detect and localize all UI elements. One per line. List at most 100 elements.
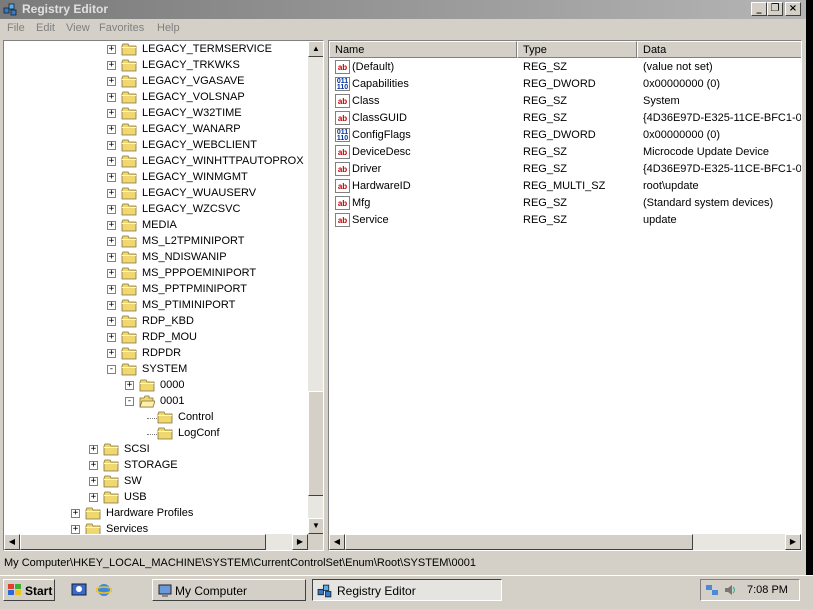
close-button[interactable]: × <box>785 2 801 16</box>
scroll-left-arrow-icon[interactable]: ◀ <box>329 534 345 550</box>
value-row[interactable]: ab ClassGUID REG_SZ {4D36E97D-E325-11CE-BFC… <box>329 110 801 127</box>
internet-explorer-icon[interactable] <box>96 582 112 598</box>
expand-icon[interactable]: + <box>107 237 116 246</box>
expand-icon[interactable]: + <box>107 125 116 134</box>
expand-icon[interactable]: + <box>107 333 116 342</box>
tree-horizontal-scrollbar[interactable]: ◀ ▶ <box>4 534 308 550</box>
tree-item[interactable]: + RDP_KBD <box>4 314 308 330</box>
value-row[interactable]: 011 110 ConfigFlags REG_DWORD 0x00000000 (0… <box>329 127 801 144</box>
expand-icon[interactable]: + <box>107 189 116 198</box>
tree-item[interactable]: + STORAGE <box>4 458 308 474</box>
tree-item[interactable]: + LEGACY_WUAUSERV <box>4 186 308 202</box>
menu-file[interactable]: File <box>7 22 25 34</box>
expand-icon[interactable]: + <box>107 221 116 230</box>
tree-item[interactable]: + LEGACY_WINHTTPAUTOPROX <box>4 154 308 170</box>
expand-icon[interactable]: + <box>89 445 98 454</box>
expand-icon[interactable]: + <box>107 77 116 86</box>
expand-icon[interactable]: + <box>107 269 116 278</box>
tree-item[interactable]: + LEGACY_VGASAVE <box>4 74 308 90</box>
tree-scroll-thumb[interactable] <box>308 391 323 496</box>
tree-item[interactable]: + MS_PTIMINIPORT <box>4 298 308 314</box>
expand-icon[interactable]: + <box>71 509 80 518</box>
tree-hscroll-thumb[interactable] <box>20 534 266 550</box>
title-bar[interactable]: Registry Editor _ ❐ × <box>0 0 806 19</box>
network-icon[interactable] <box>705 583 719 597</box>
tree-item[interactable]: + SCSI <box>4 442 308 458</box>
tree-item[interactable]: + MEDIA <box>4 218 308 234</box>
tree-item[interactable]: + MS_PPTPMINIPORT <box>4 282 308 298</box>
tree-item[interactable]: + LEGACY_W32TIME <box>4 106 308 122</box>
expand-icon[interactable]: + <box>107 301 116 310</box>
value-row[interactable]: ab (Default) REG_SZ (value not set) <box>329 59 801 76</box>
value-row[interactable]: ab Driver REG_SZ {4D36E97D-E325-11CE-BFC1-0… <box>329 161 801 178</box>
restore-button[interactable]: ❐ <box>767 2 783 16</box>
expand-icon[interactable]: + <box>125 381 134 390</box>
tree-item[interactable]: - 0001 <box>4 394 308 410</box>
scroll-right-arrow-icon[interactable]: ▶ <box>292 534 308 550</box>
expand-icon[interactable]: + <box>107 109 116 118</box>
expand-icon[interactable]: + <box>107 285 116 294</box>
tree-item[interactable]: +0000 <box>4 378 308 394</box>
tree-item[interactable]: + Hardware Profiles <box>4 506 308 522</box>
tree-item[interactable]: + LEGACY_TERMSERVICE <box>4 42 308 58</box>
value-row[interactable]: ab Class REG_SZ System <box>329 93 801 110</box>
scroll-right-arrow-icon[interactable]: ▶ <box>785 534 801 550</box>
value-row[interactable]: ab Mfg REG_SZ (Standard system devices) <box>329 195 801 212</box>
tree-item[interactable]: + LEGACY_WANARP <box>4 122 308 138</box>
expand-icon[interactable]: + <box>71 525 80 534</box>
expand-icon[interactable]: + <box>107 205 116 214</box>
tree-item[interactable]: Control <box>4 410 308 426</box>
scroll-up-arrow-icon[interactable]: ▲ <box>308 41 323 57</box>
tree-item[interactable]: + LEGACY_VOLSNAP <box>4 90 308 106</box>
expand-icon[interactable]: + <box>89 493 98 502</box>
tree-vertical-scrollbar[interactable]: ▲ ▼ <box>308 41 323 534</box>
values-pane[interactable]: Name Type Data ab (Default) REG_SZ (value n… <box>328 40 802 551</box>
expand-icon[interactable]: + <box>107 93 116 102</box>
taskbar-registry-editor[interactable]: Registry Editor <box>312 579 502 601</box>
key-tree-pane[interactable]: + LEGACY_TERMSERVICE + LEGACY_TRKWKS + LEGACY… <box>3 40 324 551</box>
volume-icon[interactable] <box>723 583 737 597</box>
start-button[interactable]: Start <box>3 579 55 601</box>
menu-favorites[interactable]: Favorites <box>99 22 144 34</box>
scroll-left-arrow-icon[interactable]: ◀ <box>4 534 20 550</box>
expand-icon[interactable]: + <box>107 45 116 54</box>
tree-item[interactable]: + RDPDR <box>4 346 308 362</box>
value-row[interactable]: 011 110 Capabilities REG_DWORD 0x00000000 (… <box>329 76 801 93</box>
expand-icon[interactable]: + <box>107 317 116 326</box>
minimize-button[interactable]: _ <box>751 2 767 16</box>
collapse-icon[interactable]: - <box>125 397 134 406</box>
expand-icon[interactable]: + <box>107 253 116 262</box>
show-desktop-icon[interactable] <box>71 582 87 598</box>
values-horizontal-scrollbar[interactable]: ◀ ▶ <box>329 534 801 550</box>
tree-item[interactable]: + MS_NDISWANIP <box>4 250 308 266</box>
expand-icon[interactable]: + <box>107 157 116 166</box>
scroll-down-arrow-icon[interactable]: ▼ <box>308 518 323 534</box>
tree-item[interactable]: - SYSTEM <box>4 362 308 378</box>
column-header-type[interactable]: Type <box>517 41 637 58</box>
tree-item[interactable]: + MS_L2TPMINIPORT <box>4 234 308 250</box>
column-header-name[interactable]: Name <box>329 41 517 58</box>
values-hscroll-thumb[interactable] <box>345 534 693 550</box>
tree-item[interactable]: + MS_PPPOEMINIPORT <box>4 266 308 282</box>
menu-view[interactable]: View <box>66 22 90 34</box>
expand-icon[interactable]: + <box>107 349 116 358</box>
tree-item[interactable]: + USB <box>4 490 308 506</box>
column-header-data[interactable]: Data <box>637 41 801 58</box>
expand-icon[interactable]: + <box>107 141 116 150</box>
tree-item[interactable]: LogConf <box>4 426 308 442</box>
expand-icon[interactable]: + <box>89 461 98 470</box>
expand-icon[interactable]: + <box>107 61 116 70</box>
collapse-icon[interactable]: - <box>107 365 116 374</box>
tree-item[interactable]: + LEGACY_WINMGMT <box>4 170 308 186</box>
expand-icon[interactable]: + <box>107 173 116 182</box>
menu-help[interactable]: Help <box>157 22 180 34</box>
taskbar-my-computer[interactable]: My Computer <box>152 579 306 601</box>
value-row[interactable]: ab Service REG_SZ update <box>329 212 801 229</box>
tree-item[interactable]: + LEGACY_TRKWKS <box>4 58 308 74</box>
tree-item[interactable]: + RDP_MOU <box>4 330 308 346</box>
tree-item[interactable]: + LEGACY_WEBCLIENT <box>4 138 308 154</box>
tree-item[interactable]: + SW <box>4 474 308 490</box>
expand-icon[interactable]: + <box>89 477 98 486</box>
value-row[interactable]: ab HardwareID REG_MULTI_SZ root\update <box>329 178 801 195</box>
menu-edit[interactable]: Edit <box>36 22 55 34</box>
